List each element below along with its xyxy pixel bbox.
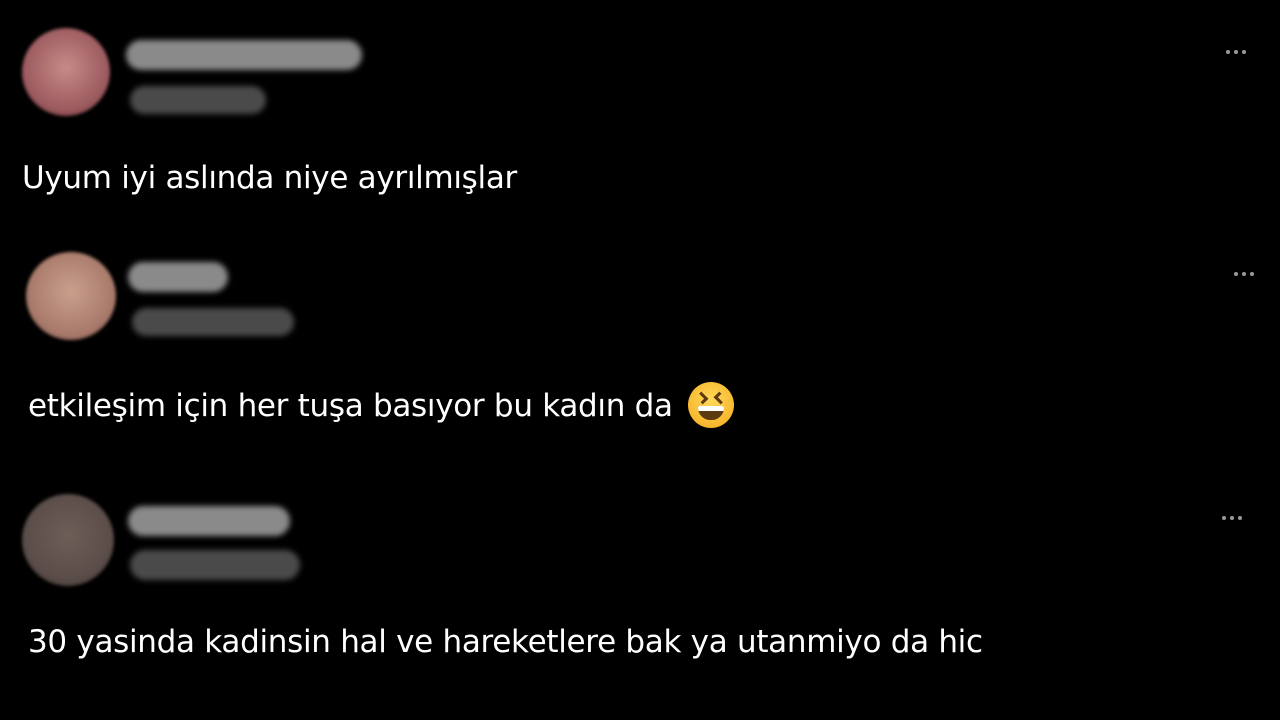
- comment-text: 30 yasinda kadinsin hal ve hareketlere b…: [28, 624, 983, 660]
- username-redacted[interactable]: [126, 40, 362, 70]
- username-redacted[interactable]: [128, 506, 290, 536]
- username-redacted[interactable]: [128, 262, 228, 292]
- meta-redacted: [130, 550, 300, 580]
- avatar[interactable]: [22, 494, 114, 586]
- more-horizontal-icon[interactable]: [1234, 272, 1254, 276]
- more-horizontal-icon[interactable]: [1222, 516, 1242, 520]
- comment-text: Uyum iyi aslında niye ayrılmışlar: [22, 160, 517, 196]
- meta-redacted: [132, 308, 294, 336]
- comment-feed: Uyum iyi aslında niye ayrılmışlar etkile…: [0, 0, 1280, 720]
- comment-text-content: etkileşim için her tuşa basıyor bu kadın…: [28, 388, 673, 424]
- avatar[interactable]: [26, 252, 116, 340]
- laughing-face-icon: [688, 382, 735, 428]
- more-horizontal-icon[interactable]: [1226, 50, 1246, 54]
- meta-redacted: [130, 86, 266, 114]
- comment-text: etkileşim için her tuşa basıyor bu kadın…: [28, 382, 735, 428]
- avatar[interactable]: [22, 28, 110, 116]
